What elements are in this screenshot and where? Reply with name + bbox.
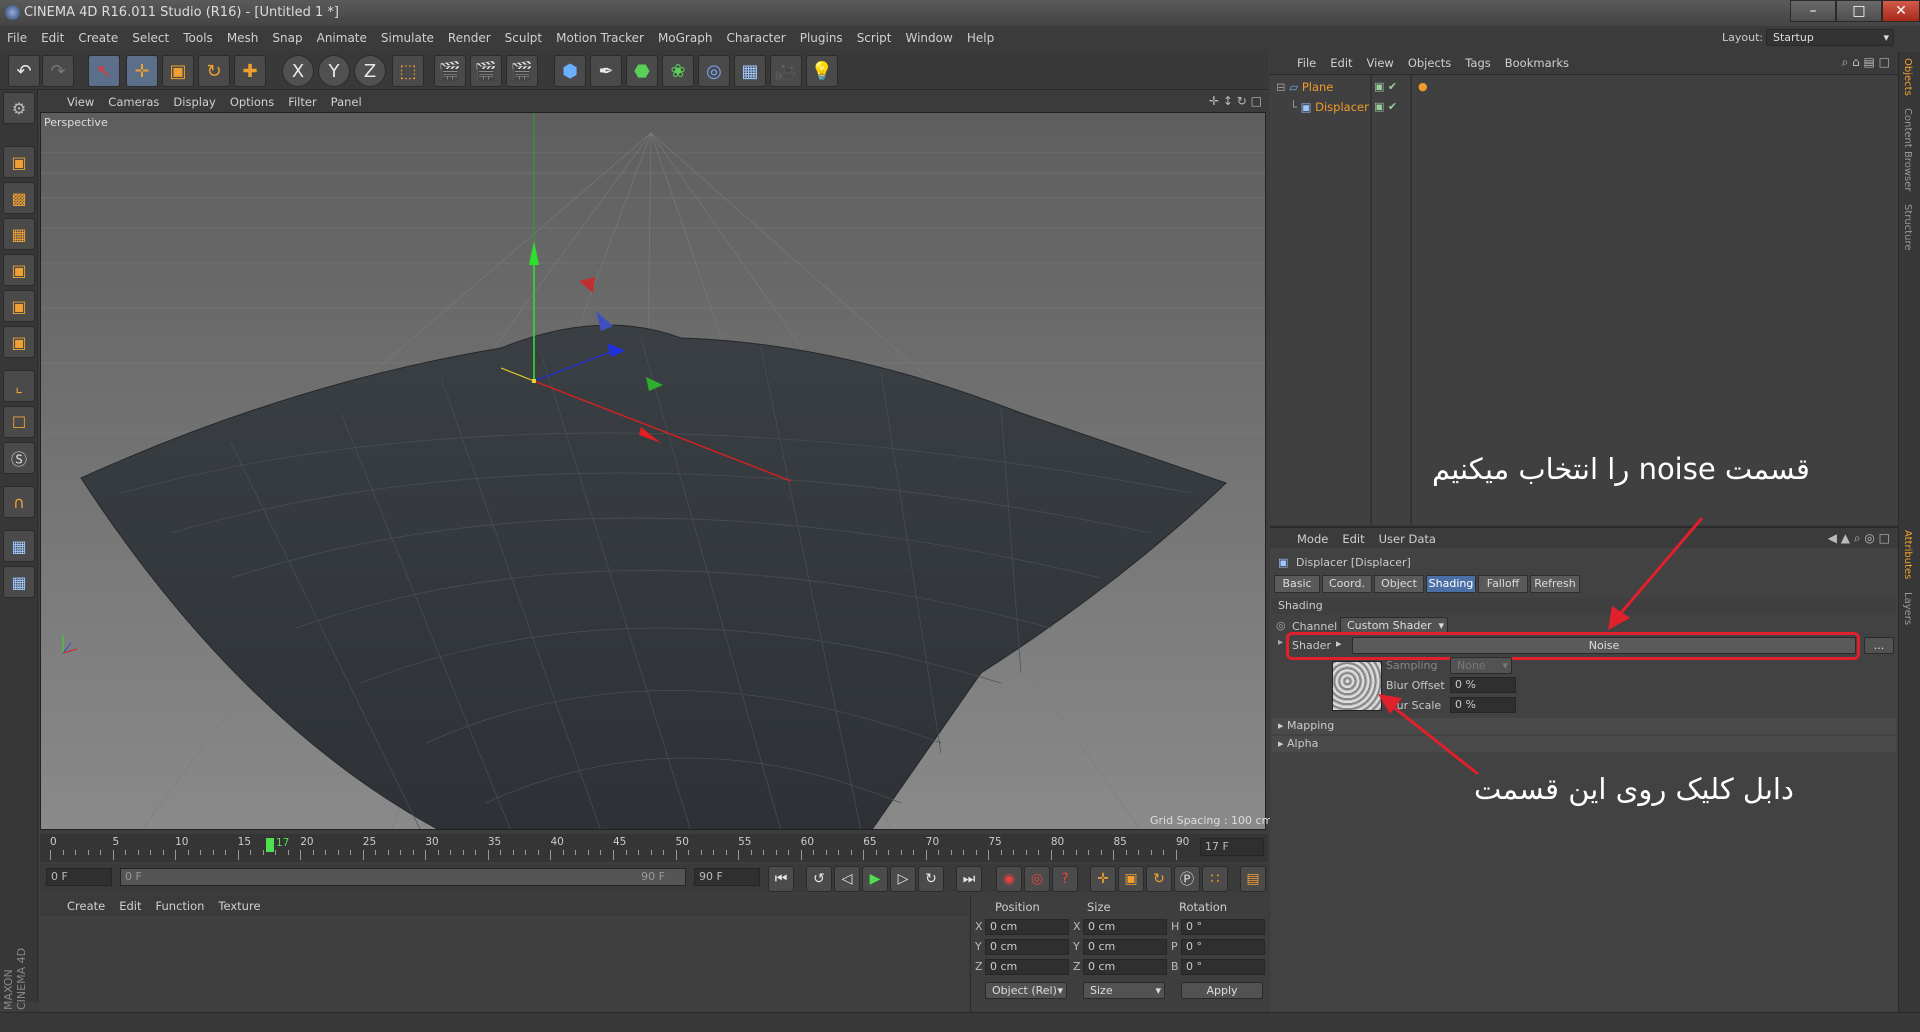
arrow-to-noise-preview xyxy=(1391,704,1479,776)
arrow-to-shader-field xyxy=(1618,517,1704,615)
arrowhead-icon xyxy=(1608,606,1630,630)
annotation-arrows xyxy=(1378,517,1704,776)
